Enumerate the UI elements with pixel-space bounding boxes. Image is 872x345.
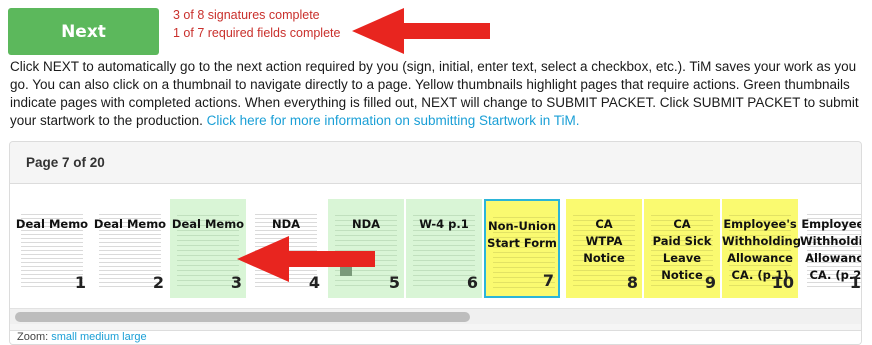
thumbnail-page-number: 9 xyxy=(704,273,716,292)
zoom-label: Zoom: xyxy=(17,331,49,343)
page-thumbnail[interactable]: Deal Memo 1 xyxy=(14,199,90,298)
thumbnail-label: W-4 p.1 xyxy=(419,217,469,231)
thumbnail-label: CA WTPA Notice xyxy=(583,217,625,265)
thumbnail-page-number: 8 xyxy=(626,273,638,292)
page-thumbnail[interactable]: Employee's Withholding Allowance CA. (p.… xyxy=(800,199,861,298)
thumbnail-scrollbar[interactable] xyxy=(10,308,861,324)
red-arrow-icon xyxy=(352,8,490,54)
instructions: Click NEXT to automatically go to the ne… xyxy=(10,58,868,130)
page-thumbnail[interactable]: CA Paid Sick Leave Notice 9 xyxy=(644,199,720,298)
scrollbar-thumb[interactable] xyxy=(15,312,470,322)
red-arrow-icon xyxy=(237,236,375,282)
thumbnail-page-number: 1 xyxy=(74,273,86,292)
next-button[interactable]: Next xyxy=(8,8,159,55)
page-thumbnail[interactable]: Employee's Withholding Allowance CA. (p.… xyxy=(722,199,801,298)
zoom-small-link[interactable]: small xyxy=(51,331,77,343)
required-fields-status: 1 of 7 required fields complete xyxy=(173,26,341,40)
zoom-large-link[interactable]: large xyxy=(122,331,146,343)
page-thumbnail[interactable]: Deal Memo 3 xyxy=(170,199,246,298)
page-thumbnail-panel: Page 7 of 20 Deal Memo 1 Deal Memo 2 Deal Me… xyxy=(9,141,862,345)
startwork-info-link[interactable]: Click here for more information on submi… xyxy=(207,113,580,128)
signatures-status: 3 of 8 signatures complete xyxy=(173,8,320,22)
page-indicator: Page 7 of 20 xyxy=(10,142,861,184)
page-thumbnail[interactable]: CA WTPA Notice 8 xyxy=(566,199,642,298)
thumbnail-label: Non-Union Start Form xyxy=(487,219,557,250)
thumbnail-page-number: 10 xyxy=(771,273,794,292)
completion-status: 3 of 8 signatures complete 1 of 7 requir… xyxy=(173,6,340,42)
zoom-medium-link[interactable]: medium xyxy=(80,331,119,343)
page-thumbnail[interactable]: Deal Memo 2 xyxy=(92,199,168,298)
thumbnail-page-number: 2 xyxy=(152,273,164,292)
thumbnail-label: Deal Memo xyxy=(15,217,89,231)
thumbnail-page-number: 7 xyxy=(542,271,554,290)
thumbnail-label: Deal Memo xyxy=(171,217,245,231)
thumbnail-page-number: 11 xyxy=(849,273,861,292)
thumbnail-label: NDA xyxy=(271,217,301,231)
page-thumbnail[interactable]: W-4 p.1 6 xyxy=(406,199,482,298)
page-thumbnail[interactable]: Non-Union Start Form 7 xyxy=(484,199,560,298)
thumbnail-strip: Deal Memo 1 Deal Memo 2 Deal Memo 3 NDA 4 NDA 5 W-… xyxy=(10,184,861,308)
thumbnail-page-number: 6 xyxy=(466,273,478,292)
thumbnail-label: Deal Memo xyxy=(93,217,167,231)
thumbnail-page-number: 5 xyxy=(388,273,400,292)
thumbnail-label: NDA xyxy=(351,217,381,231)
zoom-controls: Zoom: small medium large xyxy=(10,330,861,344)
